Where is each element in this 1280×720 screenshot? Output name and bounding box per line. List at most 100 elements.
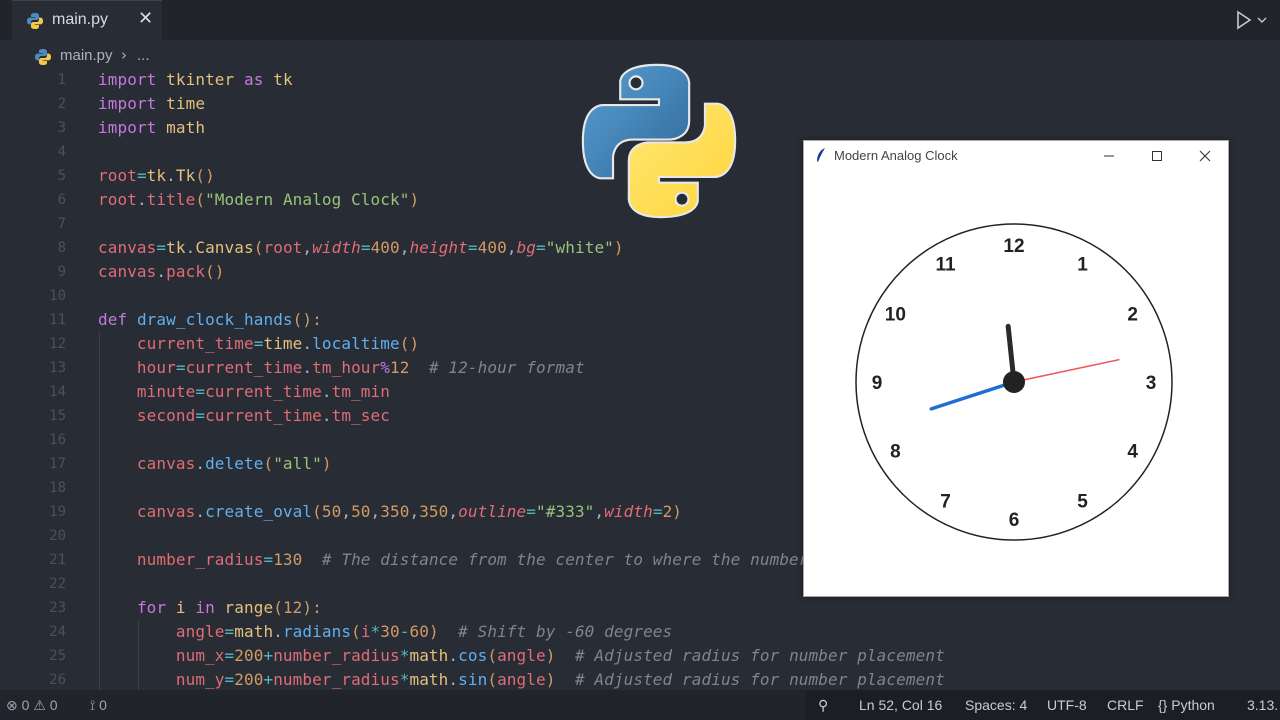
- line-number: 1: [57, 72, 66, 88]
- code-token: # Shift by -60 degrees: [438, 622, 673, 641]
- code-token: ): [672, 502, 683, 521]
- code-text: canvas.create_oval(50,50,350,350,outline…: [98, 500, 682, 524]
- line-number: 22: [49, 576, 66, 592]
- code-token: 60: [409, 622, 429, 641]
- code-text: current_time=time.localtime(): [98, 332, 419, 356]
- code-token: tm_min: [331, 382, 390, 401]
- braces-icon: {}: [1158, 697, 1168, 713]
- feather-icon: [815, 147, 827, 167]
- code-line[interactable]: 23 for i in range(12):: [0, 596, 1280, 620]
- window-title: Modern Analog Clock: [834, 148, 958, 163]
- code-token: canvas: [98, 454, 196, 473]
- code-text: angle=math.radians(i*30-60) # Shift by -…: [98, 620, 672, 644]
- code-token: (: [195, 190, 206, 209]
- problems-indicator[interactable]: ⊗ 0 ⚠ 0: [6, 697, 58, 714]
- line-ending[interactable]: CRLF: [1107, 697, 1144, 713]
- line-number: 23: [49, 600, 66, 616]
- code-token: Canvas: [195, 238, 254, 257]
- maximize-button[interactable]: [1134, 141, 1180, 171]
- clock-number: 12: [1003, 236, 1024, 257]
- line-number: 15: [49, 408, 66, 424]
- code-token: ,: [506, 238, 517, 257]
- clock-number: 9: [872, 373, 883, 394]
- line-number: 11: [49, 312, 66, 328]
- code-token: canvas: [98, 502, 196, 521]
- code-token: =: [652, 502, 663, 521]
- code-token: import: [98, 118, 157, 137]
- code-token: ():: [292, 310, 322, 329]
- code-token: ,: [409, 502, 420, 521]
- code-token: # The distance from the center to where …: [302, 550, 819, 569]
- clock-canvas: 121234567891011: [855, 223, 1173, 541]
- code-text: for i in range(12):: [98, 596, 322, 620]
- code-token: =: [224, 622, 235, 641]
- clock-number: 10: [885, 305, 906, 326]
- python-file-icon: [26, 12, 44, 34]
- code-token: *: [399, 670, 410, 689]
- code-token: =: [224, 670, 235, 689]
- code-token: sin: [458, 670, 488, 689]
- code-token: range: [214, 598, 274, 617]
- code-token: create_oval: [205, 502, 313, 521]
- code-token: bg: [516, 238, 537, 257]
- code-token: 200: [234, 646, 264, 665]
- code-token: 130: [273, 550, 303, 569]
- code-line[interactable]: 25 num_x=200+number_radius*math.cos(angl…: [0, 644, 1280, 668]
- code-token: =: [195, 406, 206, 425]
- status-bar: ⊗ 0 ⚠ 0 ⟟ 0 ⚲ Ln 52, Col 16 Spaces: 4 UT…: [0, 690, 1280, 720]
- zoom-icon[interactable]: ⚲: [818, 697, 828, 714]
- code-token: ): [321, 454, 332, 473]
- breadcrumb-file[interactable]: main.py: [60, 47, 113, 64]
- indentation[interactable]: Spaces: 4: [965, 697, 1027, 713]
- code-token: 30: [380, 622, 400, 641]
- code-token: ): [409, 190, 420, 209]
- code-token: .: [185, 238, 196, 257]
- code-token: .: [195, 454, 206, 473]
- cursor-position[interactable]: Ln 52, Col 16: [859, 697, 942, 713]
- chevron-down-icon: [1257, 17, 1267, 23]
- code-token: tm_sec: [331, 406, 390, 425]
- encoding[interactable]: UTF-8: [1047, 697, 1087, 713]
- line-number: 3: [57, 120, 66, 136]
- code-token: angle: [497, 670, 546, 689]
- warning-icon: ⚠: [33, 697, 46, 713]
- close-window-button[interactable]: [1182, 141, 1228, 171]
- code-token: (: [312, 502, 322, 521]
- clock-number: 7: [940, 492, 951, 513]
- code-token: root: [263, 238, 303, 257]
- code-token: tk: [166, 238, 186, 257]
- code-token: math: [234, 622, 274, 641]
- ports-count: 0: [99, 697, 107, 713]
- line-number: 16: [49, 432, 66, 448]
- code-token: # Adjusted radius for number placement: [555, 670, 945, 689]
- run-button[interactable]: [1234, 9, 1270, 31]
- close-icon[interactable]: ✕: [138, 8, 153, 29]
- code-token: ,: [302, 238, 313, 257]
- code-token: =: [224, 646, 235, 665]
- code-token: (): [399, 334, 420, 353]
- window-titlebar[interactable]: Modern Analog Clock: [804, 141, 1228, 171]
- code-token: .: [166, 166, 176, 185]
- ports-indicator[interactable]: ⟟ 0: [90, 697, 107, 714]
- clock-number: 3: [1146, 373, 1157, 394]
- minimize-button[interactable]: [1086, 141, 1132, 171]
- code-token: 350: [419, 502, 449, 521]
- code-token: math: [409, 670, 449, 689]
- breadcrumb-more[interactable]: ...: [137, 47, 150, 64]
- language-mode[interactable]: {} Python: [1158, 697, 1215, 713]
- line-number: 9: [57, 264, 66, 280]
- code-token: =: [136, 166, 147, 185]
- code-token: math: [156, 118, 206, 137]
- code-text: import time: [98, 92, 205, 116]
- code-token: .: [273, 622, 283, 641]
- line-number: 10: [49, 288, 66, 304]
- code-line[interactable]: 26 num_y=200+number_radius*math.sin(angl…: [0, 668, 1280, 690]
- code-token: .: [448, 670, 459, 689]
- line-number: 17: [49, 456, 66, 472]
- line-number: 14: [49, 384, 66, 400]
- code-line[interactable]: 24 angle=math.radians(i*30-60) # Shift b…: [0, 620, 1280, 644]
- code-text: canvas.delete("all"): [98, 452, 332, 476]
- clock-number: 4: [1127, 442, 1138, 463]
- python-version[interactable]: 3.13.: [1247, 697, 1278, 713]
- tab-main-py[interactable]: main.py ✕: [12, 0, 162, 40]
